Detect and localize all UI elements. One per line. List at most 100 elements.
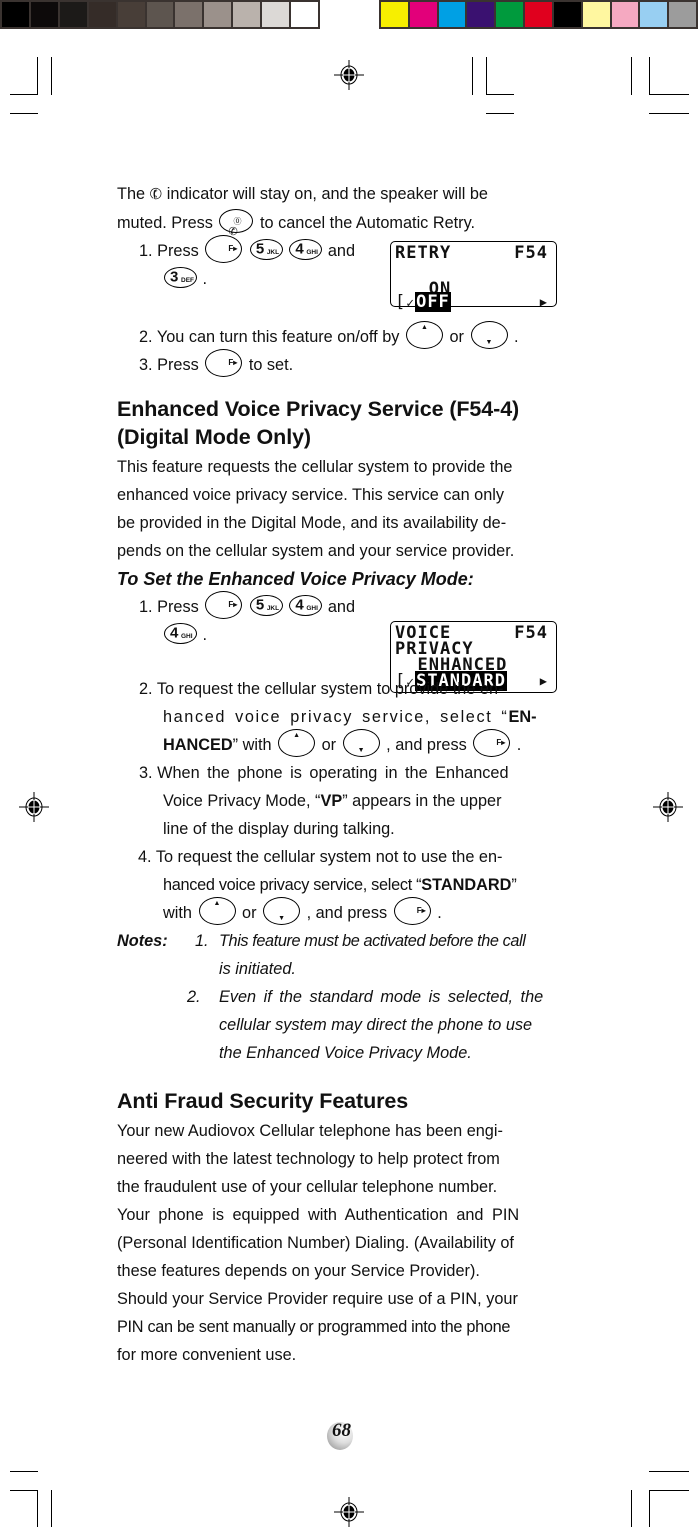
text: , and press [306, 904, 388, 922]
text: muted. Press [117, 214, 213, 232]
note-2: Even if the standard mode is selected, t… [219, 983, 573, 1067]
color-swatch [204, 2, 232, 27]
crop-mark [486, 57, 487, 95]
crop-mark [10, 113, 38, 114]
subheading: To Set the Enhanced Voice Privacy Mode: [117, 569, 474, 589]
text: or [242, 904, 257, 922]
color-swatch [146, 2, 174, 27]
text: with [163, 904, 192, 922]
color-swatch [611, 2, 639, 27]
crop-mark [37, 1490, 38, 1527]
crop-mark [472, 57, 473, 95]
heading-line: Enhanced Voice Privacy Service (F54-4) [117, 397, 520, 421]
key-letters: GHI [181, 632, 193, 640]
crop-mark [649, 113, 689, 114]
down-key-icon: ▼ [342, 728, 380, 757]
color-swatch [175, 2, 203, 27]
crop-mark [37, 57, 38, 95]
color-swatch [291, 2, 318, 27]
note-number: 1. [195, 932, 209, 950]
text: Even if the standard mode is selected, t… [219, 988, 544, 1006]
section-heading-anti-fraud: Anti Fraud Security Features [117, 1089, 409, 1113]
text: This feature requests the cellular syste… [117, 458, 513, 476]
color-swatch [117, 2, 145, 27]
text: to cancel the Automatic Retry. [259, 214, 476, 232]
color-swatch [438, 2, 466, 27]
section-heading-evp: Enhanced Voice Privacy Service (F54-4) (… [117, 395, 573, 451]
text: . [514, 328, 519, 346]
text: ” [511, 876, 517, 894]
gray-calibration-bar [0, 0, 320, 29]
bold-text: EN- [508, 708, 537, 726]
text: these features depends on your Service P… [117, 1262, 480, 1280]
text: enhanced voice privacy service. This ser… [117, 486, 505, 504]
text: the fraudulent use of your cellular tele… [117, 1178, 498, 1196]
notes-label: Notes: [117, 932, 168, 950]
text: This feature must be activated before th… [219, 932, 526, 950]
key-label: F▸ [496, 737, 506, 747]
note-1: This feature must be activated before th… [219, 927, 573, 983]
key-letters: DEF [181, 276, 194, 284]
end-key-icon: ⓪ ✆ [219, 208, 254, 238]
page-number-badge: 68 [327, 1420, 359, 1450]
note-number: 2. [187, 988, 201, 1006]
text: Should your Service Provider require use… [117, 1290, 518, 1308]
anti-fraud-para-3: Should your Service Provider require use… [117, 1285, 573, 1369]
color-swatch [525, 2, 552, 27]
up-key-icon: ▲ [405, 320, 443, 349]
color-swatch [496, 2, 524, 27]
down-arrow: ▼ [278, 914, 286, 922]
down-key-icon: ▼ [263, 896, 301, 925]
evp-step-3: 3. When the phone is operating in the En… [117, 759, 573, 843]
key-5-jkl-icon: 5 JKL [249, 595, 283, 617]
text: is initiated. [219, 960, 296, 978]
retry-step-3: 3. Press F▸ to set. [117, 348, 573, 379]
text: or [321, 736, 337, 754]
color-swatch [262, 2, 290, 27]
anti-fraud-para-1: Your new Audiovox Cellular telephone has… [117, 1117, 573, 1201]
function-key-icon: F▸ [205, 234, 243, 263]
text: pends on the cellular system and your se… [117, 542, 515, 560]
text: To request the cellular system not to us… [155, 848, 503, 866]
down-key-icon: ▼ [470, 320, 508, 349]
registration-mark-icon [334, 60, 364, 90]
text: neered with the latest technology to hel… [117, 1150, 500, 1168]
intro-paragraph: The ✆ indicator will stay on, and the sp… [117, 180, 573, 237]
color-swatch [59, 2, 87, 27]
text: the Enhanced Voice Privacy Mode. [219, 1044, 472, 1062]
step-number: 1. [139, 242, 153, 260]
bold-text: VP [320, 792, 343, 810]
text: You can turn this feature on/off by [156, 328, 400, 346]
text: Your new Audiovox Cellular telephone has… [117, 1122, 503, 1140]
color-swatch [553, 2, 581, 27]
color-swatch [409, 2, 437, 27]
key-letters: GHI [306, 248, 318, 256]
retry-step-2: 2. You can turn this feature on/off by ▲… [117, 320, 573, 351]
key-4-ghi-icon: 4 GHI [164, 623, 197, 645]
text: Voice Privacy Mode, “ [163, 792, 321, 810]
text: be provided in the Digital Mode, and its… [117, 514, 507, 532]
color-swatch [88, 2, 116, 27]
notes-block: Notes: 1. This feature must be activated… [117, 927, 573, 1067]
text: When the phone is operating in the Enhan… [157, 764, 509, 782]
step-number: 1. [139, 598, 153, 616]
key-4-ghi-icon: 4 GHI [289, 595, 323, 617]
step-number: 3. [139, 764, 153, 782]
down-arrow: ▼ [485, 338, 493, 346]
crop-mark [649, 94, 689, 95]
text: cellular system may direct the phone to … [219, 1016, 533, 1034]
color-swatch [467, 2, 495, 27]
crop-mark [486, 94, 514, 95]
text: PIN can be sent manually or programmed i… [117, 1318, 511, 1336]
text: Your phone is equipped with Authenticati… [117, 1206, 520, 1224]
key-5-jkl-icon: 5 JKL [249, 239, 283, 261]
manual-page-content: The ✆ indicator will stay on, and the sp… [117, 180, 573, 1369]
key-num: 4 [295, 240, 304, 258]
text: . [516, 736, 522, 754]
key-label: F▸ [228, 599, 238, 609]
text: . [202, 270, 208, 288]
key-letters: GHI [306, 604, 318, 612]
up-arrow: ▲ [213, 899, 221, 907]
text: , and press [386, 736, 467, 754]
step-number: 2. [139, 328, 153, 346]
